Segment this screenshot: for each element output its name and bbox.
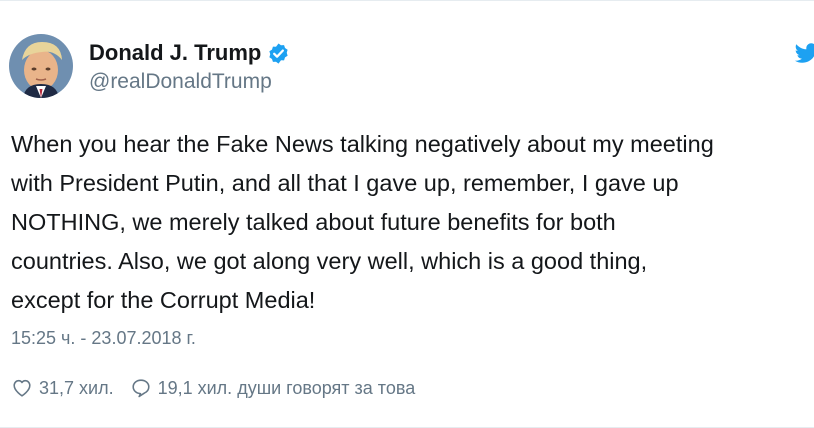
avatar[interactable] xyxy=(9,34,73,98)
author-names: Donald J. Trump @realDonaldTrump xyxy=(89,38,290,94)
user-handle[interactable]: @realDonaldTrump xyxy=(89,70,290,94)
twitter-bird-icon[interactable] xyxy=(794,41,814,65)
tweet-header: Donald J. Trump @realDonaldTrump xyxy=(9,34,290,98)
tweet-card: Donald J. Trump @realDonaldTrump When yo… xyxy=(0,0,814,428)
name-row: Donald J. Trump xyxy=(89,38,290,68)
tweet-text: When you hear the Fake News talking nega… xyxy=(11,131,714,313)
like-button[interactable]: 31,7 хил. xyxy=(11,377,114,399)
display-name[interactable]: Donald J. Trump xyxy=(89,40,261,66)
comment-icon xyxy=(132,379,150,398)
talking-link[interactable]: 19,1 хил. души говорят за това xyxy=(130,377,416,399)
heart-icon xyxy=(13,379,31,397)
avatar-image xyxy=(9,34,73,98)
like-count: 31,7 хил. xyxy=(39,377,114,398)
tweet-timestamp[interactable]: 15:25 ч. - 23.07.2018 г. xyxy=(11,328,196,349)
verified-badge-icon xyxy=(269,42,288,64)
tweet-stats: 31,7 хил. 19,1 хил. души говорят за това xyxy=(11,377,415,399)
talking-count-text: 19,1 хил. души говорят за това xyxy=(157,377,416,398)
